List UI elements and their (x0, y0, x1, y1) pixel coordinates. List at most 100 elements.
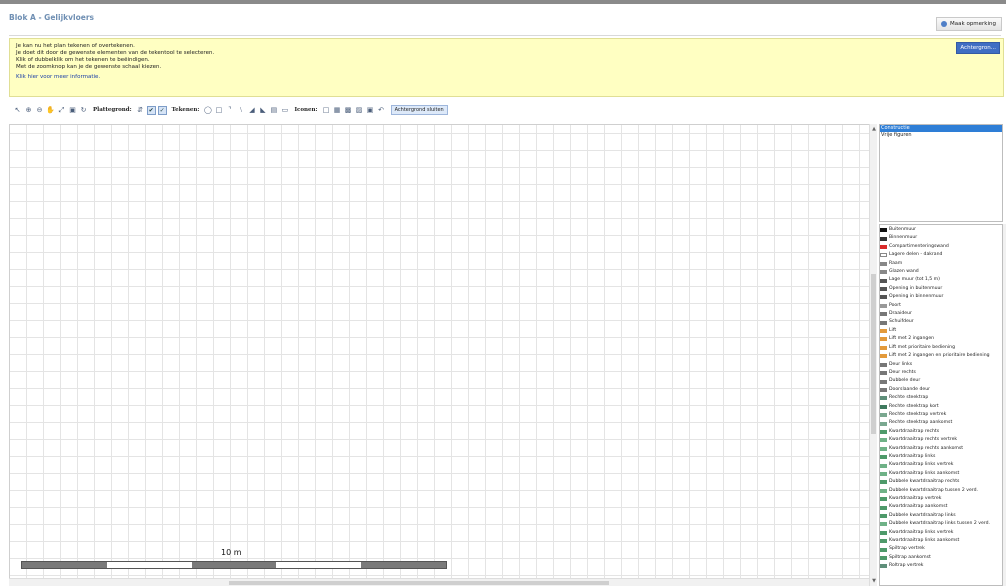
element-symbol-icon (880, 463, 887, 468)
floorplan-move-icon[interactable]: ✔ (146, 105, 156, 115)
element-symbol-icon (880, 556, 887, 561)
element-symbol-icon (880, 287, 887, 292)
door-tool-icon[interactable]: ◣ (258, 106, 267, 115)
background-button[interactable]: Achtergron... (956, 42, 1000, 54)
element-item[interactable]: Opening in binnenmuur (880, 293, 1002, 301)
element-item[interactable]: Roltrap vertrek (880, 562, 1002, 570)
element-item[interactable]: Doorslaande deur (880, 386, 1002, 394)
element-item[interactable]: Lift met prioritaire bediening (880, 344, 1002, 352)
canvas-horizontal-scroll-thumb[interactable] (229, 581, 609, 585)
element-item[interactable]: Binnenmuur (880, 234, 1002, 242)
stair-tool-icon[interactable]: ▤ (269, 106, 278, 115)
element-item[interactable]: Kwartdraaitrap aankomst (880, 503, 1002, 511)
element-item[interactable]: Kwartdraaitrap links vertrek (880, 529, 1002, 537)
floorplan-check-icon[interactable]: ✓ (157, 105, 167, 115)
element-item[interactable]: Spiltrap vertrek (880, 545, 1002, 553)
element-item[interactable]: Schuifdeur (880, 318, 1002, 326)
more-info-link[interactable]: Klik hier voor meer informatie. (16, 74, 997, 81)
element-label: Rechte steektrap kort (889, 403, 939, 409)
polygon-tool-icon[interactable]: ⌝ (225, 106, 234, 115)
element-item[interactable]: Lift met 2 ingangen (880, 335, 1002, 343)
rectangle-tool-icon[interactable]: □ (214, 106, 223, 115)
element-item[interactable]: Spiltrap aankomst (880, 554, 1002, 562)
element-item[interactable]: Draaideur (880, 310, 1002, 318)
element-symbol-icon (880, 253, 887, 258)
element-item[interactable]: Dubbele kwartdraaitrap tussen 2 verd. (880, 487, 1002, 495)
element-item[interactable]: Poort (880, 302, 1002, 310)
zoom-in-icon[interactable]: ⊕ (24, 106, 33, 115)
make-note-button[interactable]: Maak opmerking (936, 17, 1002, 31)
element-item[interactable]: Kwartdraaitrap links aankomst (880, 470, 1002, 478)
element-item[interactable]: Kwartdraaitrap rechts aankomst (880, 445, 1002, 453)
element-label: Kwartdraaitrap rechts aankomst (889, 445, 964, 451)
element-item[interactable]: Deur links (880, 361, 1002, 369)
wall-tool-icon[interactable]: ◢ (247, 106, 256, 115)
scroll-up-icon[interactable]: ▲ (870, 126, 878, 132)
element-label: Lagere delen - dakrand (889, 252, 943, 258)
canvas-horizontal-scrollbar[interactable] (9, 578, 869, 586)
element-item[interactable]: Buitenmuur (880, 226, 1002, 234)
window-top-border (0, 0, 1006, 4)
measure-icon[interactable]: ▣ (68, 106, 77, 115)
info-line: Klik of dubbelklik om het tekenen te beë… (16, 57, 150, 63)
floorplan-select-icon[interactable]: ⇵ (136, 106, 145, 115)
element-item[interactable]: Rechte steektrap vertrek (880, 411, 1002, 419)
element-label: Roltrap vertrek (889, 563, 924, 569)
canvas-vertical-scrollbar[interactable]: ▲ ▼ (869, 124, 877, 586)
element-symbol-icon (880, 261, 887, 266)
make-note-label: Maak opmerking (950, 21, 996, 27)
element-symbol-icon (880, 295, 887, 300)
element-item[interactable]: Kwartdraaitrap vertrek (880, 495, 1002, 503)
undo-icon[interactable]: ↶ (377, 106, 386, 115)
element-item[interactable]: Kwartdraaitrap rechts vertrek (880, 436, 1002, 444)
scale-segment (361, 562, 446, 568)
select-arrow-icon[interactable]: ↖ (13, 106, 22, 115)
element-symbol-icon (880, 455, 887, 460)
category-item[interactable]: Constructie (880, 125, 1002, 132)
element-item[interactable]: Lift (880, 327, 1002, 335)
element-item[interactable]: Opening in buitenmuur (880, 285, 1002, 293)
icon-grid-icon[interactable]: ▦ (333, 106, 342, 115)
category-item[interactable]: Vrije figuren (880, 132, 1002, 139)
fit-extent-icon[interactable]: ⤢ (57, 106, 66, 115)
zoom-out-icon[interactable]: ⊖ (35, 106, 44, 115)
element-item[interactable]: Compartimenteringswand (880, 243, 1002, 251)
icon-image-icon[interactable]: ▣ (366, 106, 375, 115)
element-label: Rechte steektrap aankomst (889, 420, 953, 426)
element-item[interactable]: Raam (880, 260, 1002, 268)
scroll-down-icon[interactable]: ▼ (870, 578, 878, 584)
element-item[interactable]: Dubbele kwartdraaitrap links (880, 512, 1002, 520)
close-background-button[interactable]: Achtergrond sluiten (390, 105, 448, 115)
element-item[interactable]: Dubbele deur (880, 377, 1002, 385)
element-item[interactable]: Kwartdraaitrap links (880, 453, 1002, 461)
element-item[interactable]: Lage muur (tot 1,5 m) (880, 276, 1002, 284)
element-list: Buitenmuur Binnenmuur Compartimenteringswa… (879, 224, 1003, 586)
element-item[interactable]: Kwartdraaitrap links aankomst (880, 537, 1002, 545)
element-item[interactable]: Kwartdraaitrap rechts (880, 428, 1002, 436)
element-symbol-icon (880, 312, 887, 317)
rotate-icon[interactable]: ↻ (79, 106, 88, 115)
element-item[interactable]: Lift met 2 ingangen en prioritaire bedie… (880, 352, 1002, 360)
icon-stack-icon[interactable]: ▨ (355, 106, 364, 115)
element-item[interactable]: Rechte steektrap (880, 394, 1002, 402)
element-item[interactable]: Rechte steektrap kort (880, 403, 1002, 411)
element-item[interactable]: Dubbele kwartdraaitrap links tussen 2 ve… (880, 520, 1002, 528)
element-symbol-icon (880, 371, 887, 376)
element-label: Dubbele kwartdraaitrap links (889, 512, 956, 518)
element-item[interactable]: Kwartdraaitrap links vertrek (880, 461, 1002, 469)
canvas-vertical-scroll-thumb[interactable] (871, 274, 876, 434)
drawing-canvas[interactable] (9, 124, 877, 586)
line-tool-icon[interactable]: ⧵ (236, 106, 245, 115)
delete-tool-icon[interactable]: ▭ (280, 106, 289, 115)
pan-hand-icon[interactable]: ✋ (46, 106, 55, 115)
circle-tool-icon[interactable]: ◯ (203, 106, 212, 115)
icon-fill-icon[interactable]: ▩ (344, 106, 353, 115)
element-item[interactable]: Lagere delen - dakrand (880, 251, 1002, 259)
icon-blank-icon[interactable]: □ (322, 106, 331, 115)
element-item[interactable]: Rechte steektrap aankomst (880, 419, 1002, 427)
element-label: Dubbele kwartdraaitrap tussen 2 verd. (889, 487, 978, 493)
element-item[interactable]: Glazen wand (880, 268, 1002, 276)
element-item[interactable]: Dubbele kwartdraaitrap rechts (880, 478, 1002, 486)
element-item[interactable]: Deur rechts (880, 369, 1002, 377)
element-symbol-icon (880, 438, 887, 443)
